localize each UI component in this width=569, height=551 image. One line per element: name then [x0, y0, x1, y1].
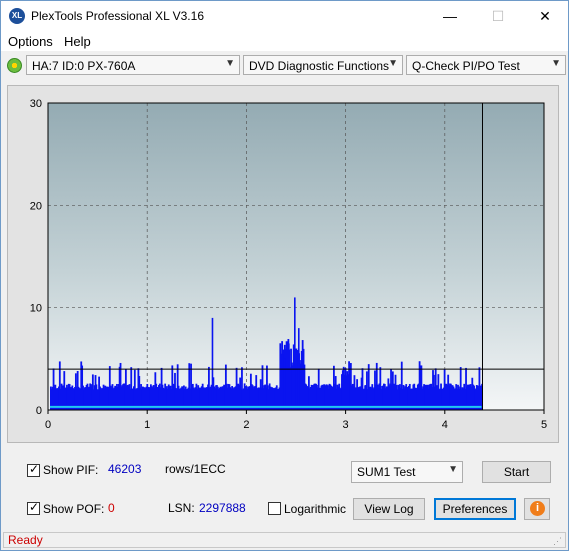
- pi-spike-bar: [284, 358, 286, 410]
- view-log-button[interactable]: View Log: [353, 498, 425, 520]
- check-icon: ✓: [29, 500, 40, 514]
- test-select[interactable]: Q-Check PI/PO Test ▼: [406, 55, 566, 75]
- y-tick-label: 0: [36, 405, 42, 417]
- pi-spike-bar: [211, 317, 214, 410]
- menu-options[interactable]: Options: [8, 34, 53, 49]
- x-tick-label: 4: [442, 419, 448, 431]
- toolbar: HA:7 ID:0 PX-760A ▼ DVD Diagnostic Funct…: [1, 53, 568, 79]
- resize-grip-icon[interactable]: ⋰: [553, 536, 563, 546]
- y-tick-label: 30: [30, 98, 42, 110]
- show-pof-checkbox[interactable]: ✓: [27, 500, 40, 515]
- info-button[interactable]: i: [524, 498, 550, 520]
- x-tick-label: 2: [243, 419, 249, 431]
- maximize-button[interactable]: ☐: [475, 1, 521, 31]
- function-select[interactable]: DVD Diagnostic Functions ▼: [243, 55, 403, 75]
- title-bar: XL PlexTools Professional XL V3.16 — ☐ ✕: [1, 1, 568, 31]
- window-title: PlexTools Professional XL V3.16: [31, 9, 204, 23]
- chevron-down-icon: ▼: [448, 464, 458, 475]
- pif-value: 46203: [108, 462, 142, 476]
- lsn-label: LSN:: [168, 501, 195, 515]
- chevron-down-icon: ▼: [388, 58, 398, 69]
- pi-spike-bar: [288, 343, 290, 410]
- test-select-value: Q-Check PI/PO Test: [412, 59, 520, 73]
- drive-select[interactable]: HA:7 ID:0 PX-760A ▼: [26, 55, 240, 75]
- y-tick-label: 20: [30, 200, 42, 212]
- status-bar: Ready ⋰: [3, 532, 566, 548]
- x-tick-label: 3: [343, 419, 349, 431]
- sum-test-value: SUM1 Test: [357, 465, 416, 479]
- y-tick-label: 10: [30, 303, 42, 315]
- plot-unused-region: [482, 103, 544, 410]
- drive-select-value: HA:7 ID:0 PX-760A: [32, 59, 136, 73]
- logarithmic-label: Logarithmic: [284, 502, 347, 516]
- app-logo-icon: XL: [9, 8, 25, 24]
- menu-help[interactable]: Help: [64, 34, 91, 49]
- minimize-button[interactable]: —: [427, 1, 473, 31]
- show-pof-label: Show POF:: [43, 502, 105, 516]
- status-text: Ready: [8, 533, 43, 547]
- pi-spike-bar: [294, 297, 296, 410]
- logarithmic-checkbox[interactable]: [268, 502, 281, 515]
- function-select-value: DVD Diagnostic Functions: [249, 59, 390, 73]
- x-tick-label: 0: [45, 419, 51, 431]
- rows-label: rows/1ECC: [165, 462, 226, 476]
- x-tick-label: 1: [144, 419, 150, 431]
- lsn-value: 2297888: [199, 501, 246, 515]
- chart-panel: 0 1 2 3 4 5 0 10 20 30: [7, 85, 559, 443]
- x-tick-label: 5: [541, 419, 547, 431]
- chevron-down-icon: ▼: [225, 58, 235, 69]
- controls-panel: ✓ Show PIF: 46203 rows/1ECC SUM1 Test ▼ …: [7, 451, 559, 527]
- pi-po-chart: 0 1 2 3 4 5 0 10 20 30: [30, 98, 547, 431]
- drive-status-icon: [7, 58, 22, 73]
- check-icon: ✓: [29, 462, 40, 476]
- pof-value: 0: [108, 501, 115, 515]
- start-button[interactable]: Start: [482, 461, 551, 483]
- show-pif-checkbox[interactable]: ✓: [27, 462, 40, 477]
- show-pif-label: Show PIF:: [43, 463, 99, 477]
- info-icon: i: [530, 501, 545, 516]
- sum-test-select[interactable]: SUM1 Test ▼: [351, 461, 463, 483]
- preferences-button[interactable]: Preferences: [434, 498, 516, 520]
- plextools-window: XL PlexTools Professional XL V3.16 — ☐ ✕…: [0, 0, 569, 551]
- menu-bar: Options Help: [1, 31, 568, 51]
- chevron-down-icon: ▼: [551, 58, 561, 69]
- close-button[interactable]: ✕: [522, 1, 568, 31]
